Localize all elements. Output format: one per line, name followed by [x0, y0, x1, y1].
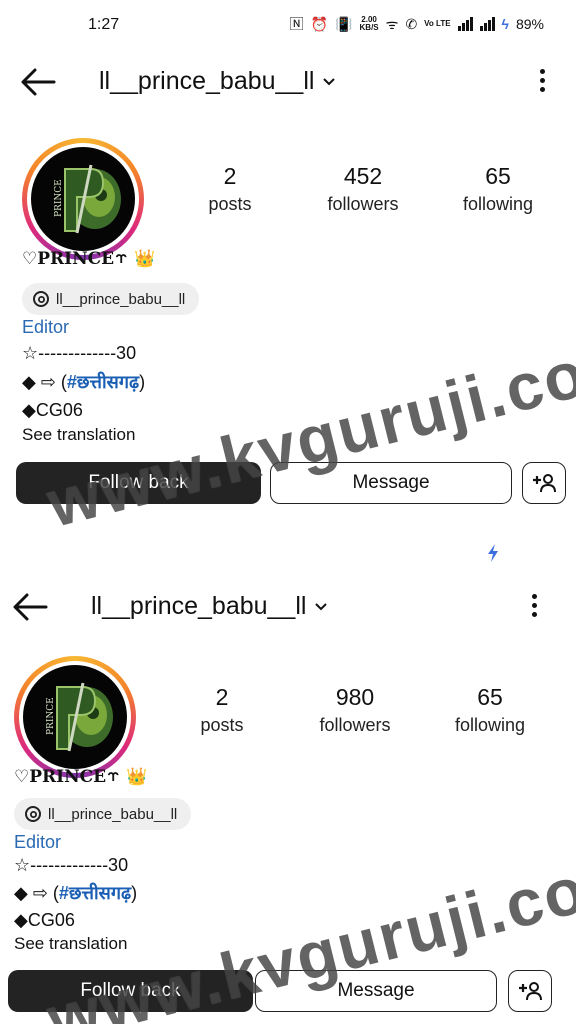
crown-icon: 👑: [126, 767, 148, 787]
following-stat[interactable]: 65 following: [433, 163, 563, 215]
message-button[interactable]: Message: [270, 462, 512, 504]
bio-line-1: ☆-------------30: [22, 343, 137, 363]
posts-count: 2: [215, 684, 229, 710]
back-arrow-icon[interactable]: [20, 67, 56, 97]
follow-back-button[interactable]: Follow back: [8, 970, 253, 1012]
status-icons: 🄽 ⏰ 📳 2.00 KB/S ᯤ ✆ Vo LTE ϟ 89%: [290, 14, 544, 34]
signal-icon-2: [479, 17, 495, 31]
bio-line-2: ◆ ⇨ (#छत्तीसगढ़): [14, 883, 138, 903]
add-person-icon: [533, 474, 556, 493]
lightning-icon: [488, 544, 498, 562]
chevron-down-icon: [323, 77, 336, 85]
following-count: 65: [485, 163, 511, 189]
followers-label: followers: [319, 715, 391, 735]
threads-icon: [33, 291, 49, 307]
avatar-logo-icon: PRINCE: [54, 164, 121, 234]
top-bar: ll__prince_babu__ll: [0, 45, 576, 119]
signal-icon: [457, 17, 473, 31]
threads-badge[interactable]: ll__prince_babu__ll: [22, 283, 200, 315]
posts-label: posts: [200, 715, 244, 735]
more-options-icon[interactable]: [538, 69, 546, 95]
call-icon: ✆: [405, 15, 418, 32]
following-label: following: [462, 194, 534, 214]
full-name: ♡PRINCE⥾ 👑: [14, 767, 148, 787]
followers-label: followers: [327, 194, 399, 214]
following-stat[interactable]: 65 following: [425, 684, 555, 736]
back-arrow-icon[interactable]: [12, 592, 48, 622]
followers-count: 980: [335, 684, 375, 710]
bio-line-3: ◆CG06: [14, 910, 75, 930]
status-bar: 1:27 🄽 ⏰ 📳 2.00 KB/S ᯤ ✆ Vo LTE ϟ 89%: [0, 0, 576, 50]
suggest-user-button[interactable]: [508, 970, 552, 1012]
crown-icon: 👑: [134, 249, 156, 269]
posts-count: 2: [223, 163, 237, 189]
profile-panel-bottom: ll__prince_babu__ll PRINCE 2 posts 980 f…: [0, 570, 576, 1024]
follow-back-button[interactable]: Follow back: [16, 462, 261, 504]
category-label: Editor: [14, 832, 62, 852]
suggest-user-button[interactable]: [522, 462, 566, 504]
svg-text:PRINCE: PRINCE: [54, 179, 64, 217]
followers-stat[interactable]: 452 followers: [298, 163, 428, 215]
posts-label: posts: [208, 194, 252, 214]
battery-percent: 89%: [515, 16, 544, 32]
vibrate-icon: 📳: [335, 15, 353, 32]
bio-line-2: ◆ ⇨ (#छत्तीसगढ़): [22, 372, 146, 392]
clock: 1:27: [88, 16, 120, 33]
posts-stat[interactable]: 2 posts: [157, 684, 287, 736]
threads-icon: [25, 806, 41, 822]
more-options-icon[interactable]: [530, 594, 538, 620]
posts-stat[interactable]: 2 posts: [165, 163, 295, 215]
top-bar: ll__prince_babu__ll: [0, 570, 568, 644]
full-name: ♡PRINCE⥾ 👑: [22, 249, 156, 269]
username-switcher[interactable]: ll__prince_babu__ll: [91, 592, 328, 621]
username: ll__prince_babu__ll: [99, 67, 315, 95]
followers-count: 452: [343, 163, 383, 189]
profile-panel-top: ll__prince_babu__ll PRINCE 2 posts 452 f…: [0, 45, 576, 545]
bio-line-3: ◆CG06: [22, 400, 83, 420]
following-count: 65: [477, 684, 503, 710]
threads-handle: ll__prince_babu__ll: [48, 805, 178, 823]
volte-label: Vo LTE: [424, 19, 451, 28]
charging-icon: ϟ: [501, 16, 509, 32]
avatar-logo-icon: PRINCE: [46, 682, 113, 752]
avatar[interactable]: PRINCE: [14, 656, 136, 778]
alarm-icon: ⏰: [310, 15, 329, 32]
followers-stat[interactable]: 980 followers: [290, 684, 420, 736]
see-translation-link[interactable]: See translation: [14, 934, 127, 954]
hashtag-link[interactable]: #छत्तीसगढ़: [59, 883, 131, 903]
add-person-icon: [519, 982, 542, 1001]
threads-handle: ll__prince_babu__ll: [56, 290, 186, 308]
see-translation-link[interactable]: See translation: [22, 425, 135, 445]
nfc-icon: 🄽: [289, 16, 304, 32]
wifi-icon: ᯤ: [385, 15, 399, 32]
avatar[interactable]: PRINCE: [22, 138, 144, 260]
hashtag-link[interactable]: #छत्तीसगढ़: [67, 372, 139, 392]
following-label: following: [454, 715, 526, 735]
network-speed: 2.00 KB/S: [359, 15, 379, 32]
threads-badge[interactable]: ll__prince_babu__ll: [14, 798, 192, 830]
svg-text:PRINCE: PRINCE: [46, 697, 56, 735]
username-switcher[interactable]: ll__prince_babu__ll: [99, 67, 336, 96]
bio-line-1: ☆-------------30: [14, 855, 129, 875]
username: ll__prince_babu__ll: [91, 592, 307, 620]
category-label: Editor: [22, 317, 70, 337]
message-button[interactable]: Message: [255, 970, 497, 1012]
chevron-down-icon: [315, 602, 328, 610]
